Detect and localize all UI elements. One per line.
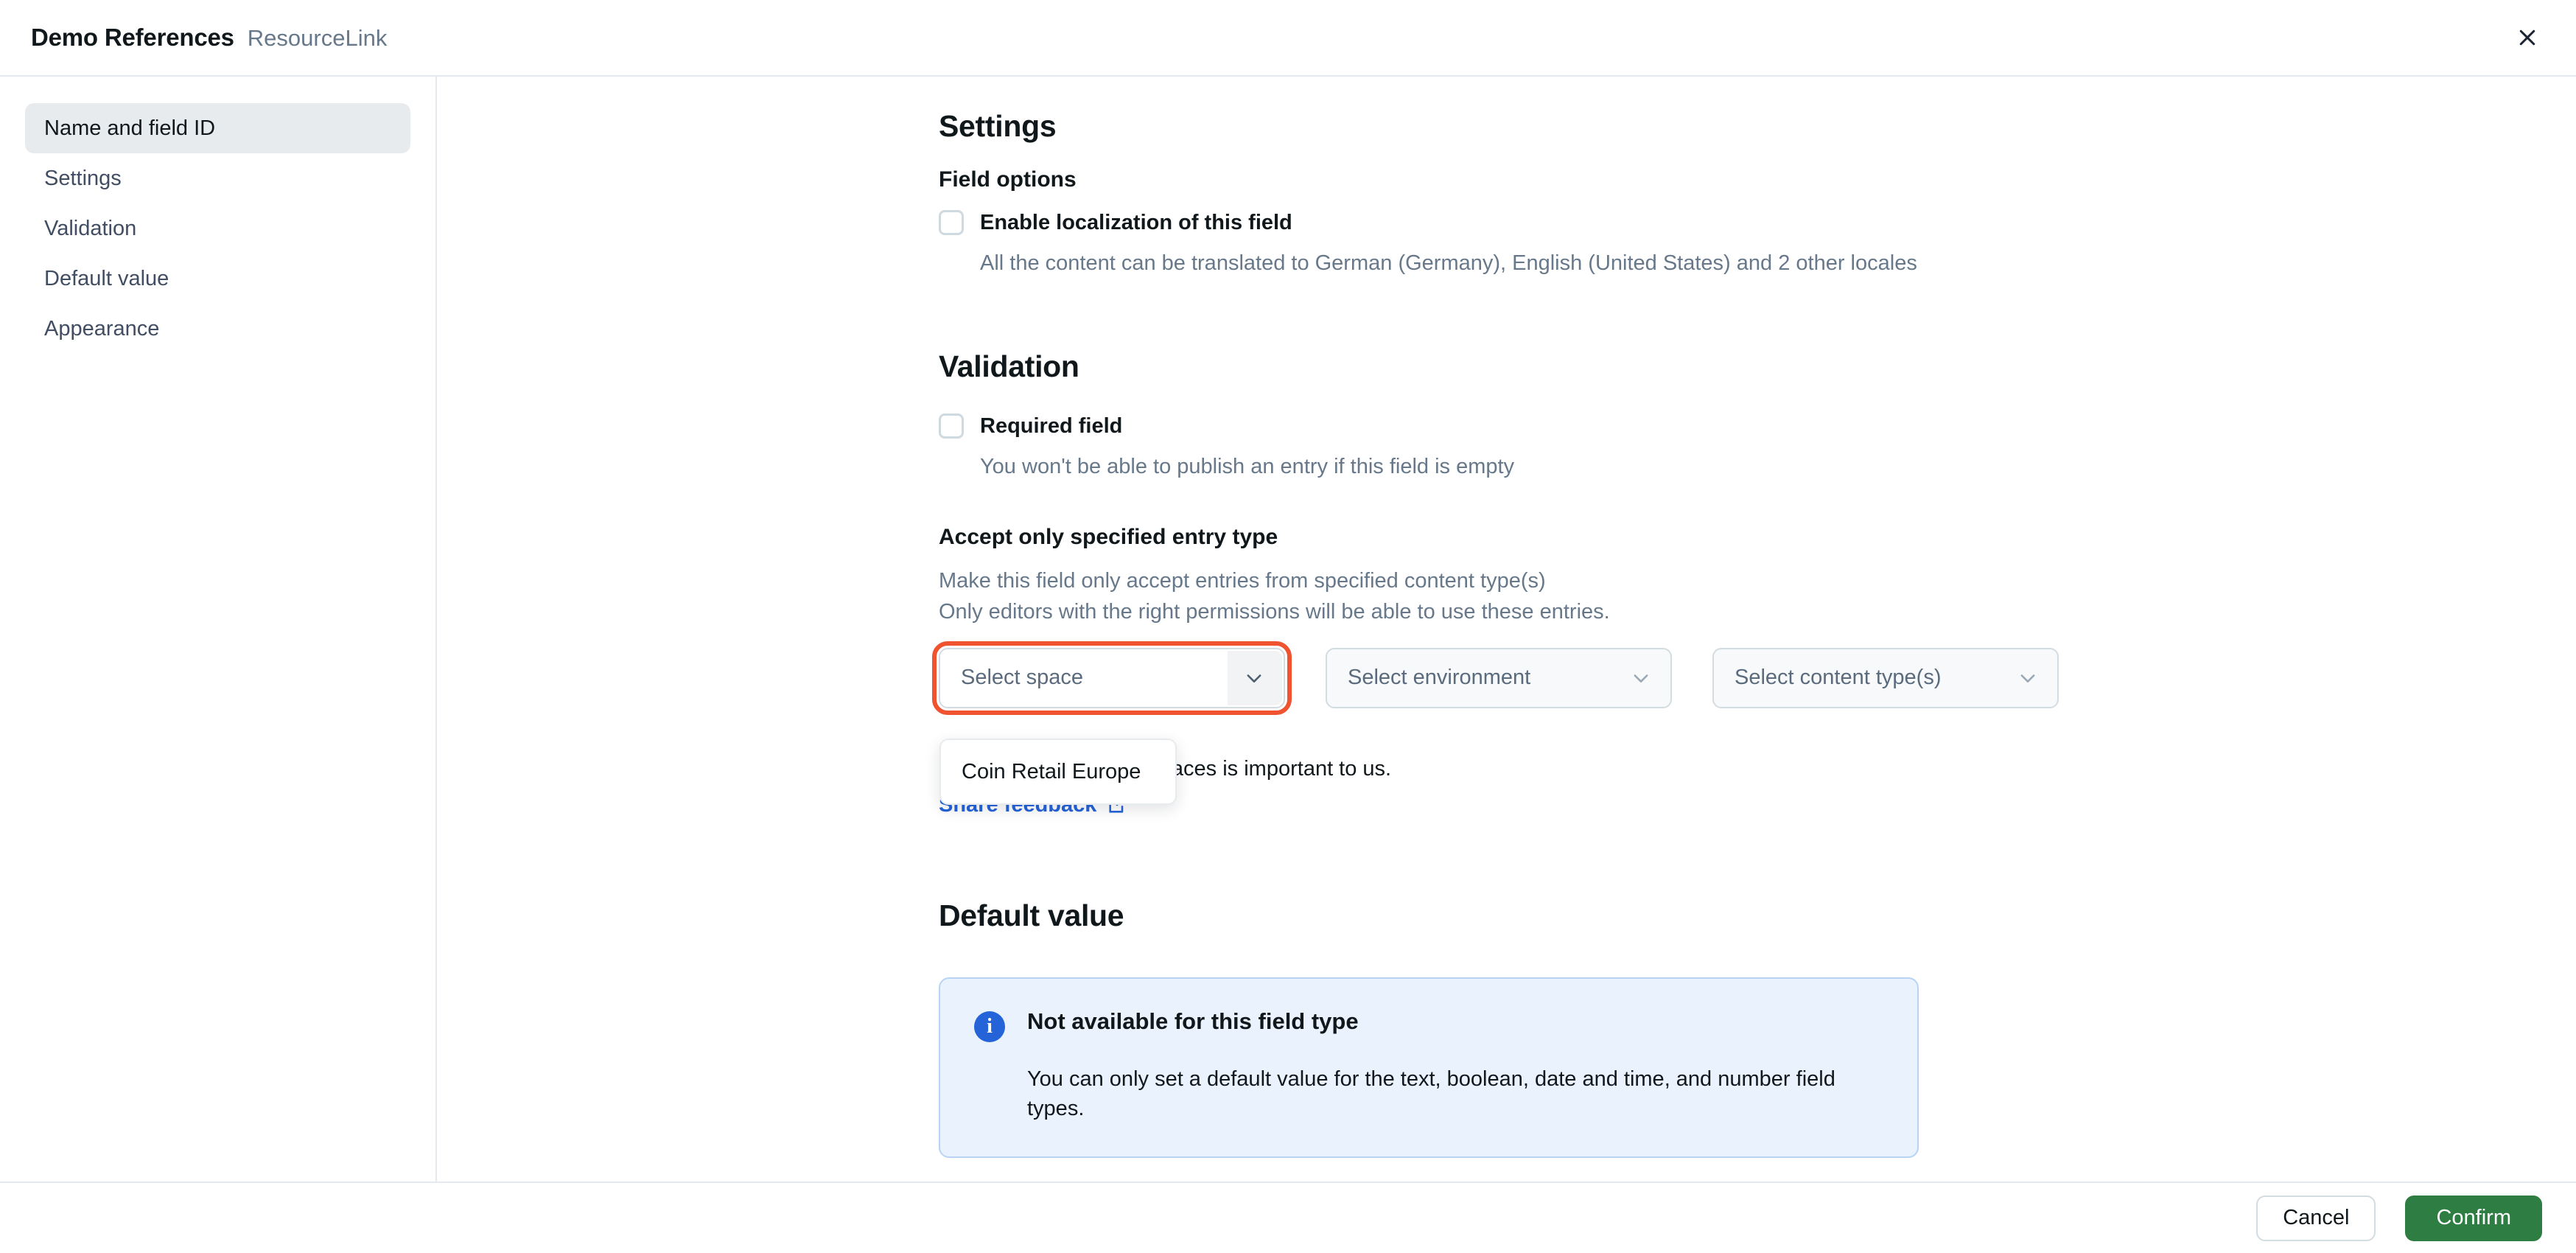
enable-localization-checkbox[interactable] <box>939 210 964 235</box>
required-field-checkbox[interactable] <box>939 413 964 439</box>
select-space[interactable]: Select space <box>932 641 1292 715</box>
info-icon: i <box>974 1011 1005 1042</box>
page-title: Demo References <box>31 24 234 51</box>
enable-localization-help: All the content can be translated to Ger… <box>980 251 1917 275</box>
sidebar-item-label: Name and field ID <box>44 116 216 140</box>
entry-type-selects-row: Select space Select environment Select c… <box>932 641 2576 715</box>
modal-header: Demo References ResourceLink <box>0 0 2576 77</box>
cancel-button[interactable]: Cancel <box>2256 1195 2376 1241</box>
settings-section-title: Settings <box>939 109 1057 143</box>
accept-entry-type-title: Accept only specified entry type <box>939 525 1278 550</box>
sidebar-item-validation[interactable]: Validation <box>25 203 410 254</box>
select-environment[interactable]: Select environment <box>1326 647 1672 708</box>
main-content: Settings Field options Enable localizati… <box>438 77 2576 1182</box>
sidebar-item-appearance[interactable]: Appearance <box>25 304 410 354</box>
validation-section-title: Validation <box>939 349 1079 384</box>
field-options-title: Field options <box>939 167 1077 192</box>
close-button[interactable] <box>2505 15 2549 60</box>
select-space-dropdown-menu[interactable]: Coin Retail Europe <box>939 739 1177 805</box>
select-space-chevron-bg <box>1228 650 1282 705</box>
select-environment-placeholder: Select environment <box>1348 666 1531 690</box>
select-space-placeholder: Select space <box>961 666 1084 690</box>
required-field-label: Required field <box>980 413 1123 438</box>
accept-entry-type-help-1: Make this field only accept entries from… <box>939 569 1546 593</box>
select-content-types[interactable]: Select content type(s) <box>1712 647 2059 708</box>
chevron-down-icon <box>1631 668 1651 688</box>
page-subtitle: ResourceLink <box>247 25 388 51</box>
sidebar-item-label: Settings <box>44 166 122 190</box>
select-content-types-placeholder: Select content type(s) <box>1735 666 1942 690</box>
dropdown-option-coin-retail-europe[interactable]: Coin Retail Europe <box>941 760 1175 784</box>
sidebar-nav: Name and field ID Settings Validation De… <box>0 77 437 1182</box>
sidebar-item-default-value[interactable]: Default value <box>25 254 410 304</box>
enable-localization-row[interactable]: Enable localization of this field <box>939 210 2576 235</box>
chevron-down-icon <box>2017 668 2038 688</box>
sidebar-item-label: Appearance <box>44 316 160 341</box>
default-value-info-note: i Not available for this field type You … <box>939 977 1919 1158</box>
info-note-body: You can only set a default value for the… <box>1027 1067 1835 1121</box>
confirm-button[interactable]: Confirm <box>2405 1195 2542 1241</box>
enable-localization-label: Enable localization of this field <box>980 210 1292 234</box>
close-icon <box>2516 27 2538 49</box>
field-settings-modal: Demo References ResourceLink Name and fi… <box>0 0 2576 1253</box>
default-value-section-title: Default value <box>939 898 1124 932</box>
info-note-title: Not available for this field type <box>1027 1008 1359 1034</box>
required-field-row[interactable]: Required field <box>939 413 2576 439</box>
sidebar-item-label: Default value <box>44 266 169 290</box>
header-titles: Demo References ResourceLink <box>31 24 387 52</box>
chevron-down-icon <box>1244 668 1264 688</box>
required-field-help: You won't be able to publish an entry if… <box>980 455 1515 479</box>
sidebar-item-settings[interactable]: Settings <box>25 153 410 203</box>
modal-footer: Cancel Confirm <box>0 1182 2576 1253</box>
feedback-note-text: ing references across spaces is importan… <box>939 756 1392 781</box>
sidebar-item-name-and-field-id[interactable]: Name and field ID <box>25 103 410 153</box>
sidebar-item-label: Validation <box>44 216 137 240</box>
accept-entry-type-help-2: Only editors with the right permissions … <box>939 599 1610 624</box>
